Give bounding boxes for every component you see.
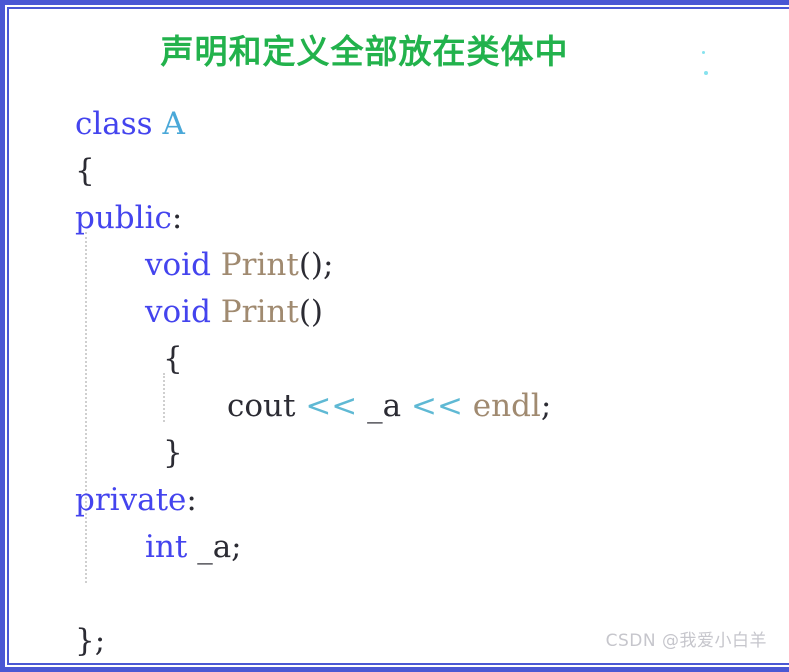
code-token: Print — [220, 247, 299, 283]
code-token: _a; — [197, 529, 242, 565]
code-token: { — [75, 153, 95, 189]
code-token: (); — [298, 247, 334, 283]
code-token: private — [75, 482, 187, 518]
code-token: } — [163, 435, 183, 471]
code-line: void Print() — [75, 289, 775, 336]
code-token: int — [145, 529, 188, 565]
code-token: Print — [220, 294, 299, 330]
code-line: { — [75, 148, 775, 195]
code-token: : — [186, 482, 197, 518]
code-token: class — [75, 106, 153, 142]
code-line: private: — [75, 477, 775, 524]
code-token: { — [163, 341, 183, 377]
code-token: << — [410, 388, 463, 424]
code-token: A — [162, 106, 185, 142]
code-token: ; — [540, 388, 552, 424]
code-block: class A{public: void Print(); void Print()… — [75, 101, 775, 665]
code-token: }; — [75, 623, 106, 659]
speckle-artifact-icon — [704, 71, 708, 75]
code-line: cout << _a << endl; — [75, 383, 775, 430]
code-token: cout — [227, 388, 296, 424]
code-token: void — [145, 247, 211, 283]
slide-canvas: 声明和定义全部放在类体中 class A{public: void Print()… — [0, 0, 789, 672]
code-line: void Print(); — [75, 242, 775, 289]
code-token: void — [145, 294, 211, 330]
code-token: () — [298, 294, 324, 330]
speckle-artifact-icon — [702, 51, 705, 54]
code-token: endl — [472, 388, 541, 424]
code-token: public — [75, 200, 172, 236]
code-token: _a — [367, 388, 402, 424]
code-token: : — [171, 200, 183, 236]
csdn-watermark: CSDN @我爱小白羊 — [605, 631, 767, 651]
code-line: } — [75, 430, 775, 477]
page-title: 声明和定义全部放在类体中 — [160, 32, 569, 71]
code-line: public: — [75, 195, 775, 242]
code-line: { — [75, 336, 775, 383]
code-token: << — [305, 388, 358, 424]
code-line: class A — [75, 101, 775, 148]
code-line: int _a; — [75, 524, 775, 571]
